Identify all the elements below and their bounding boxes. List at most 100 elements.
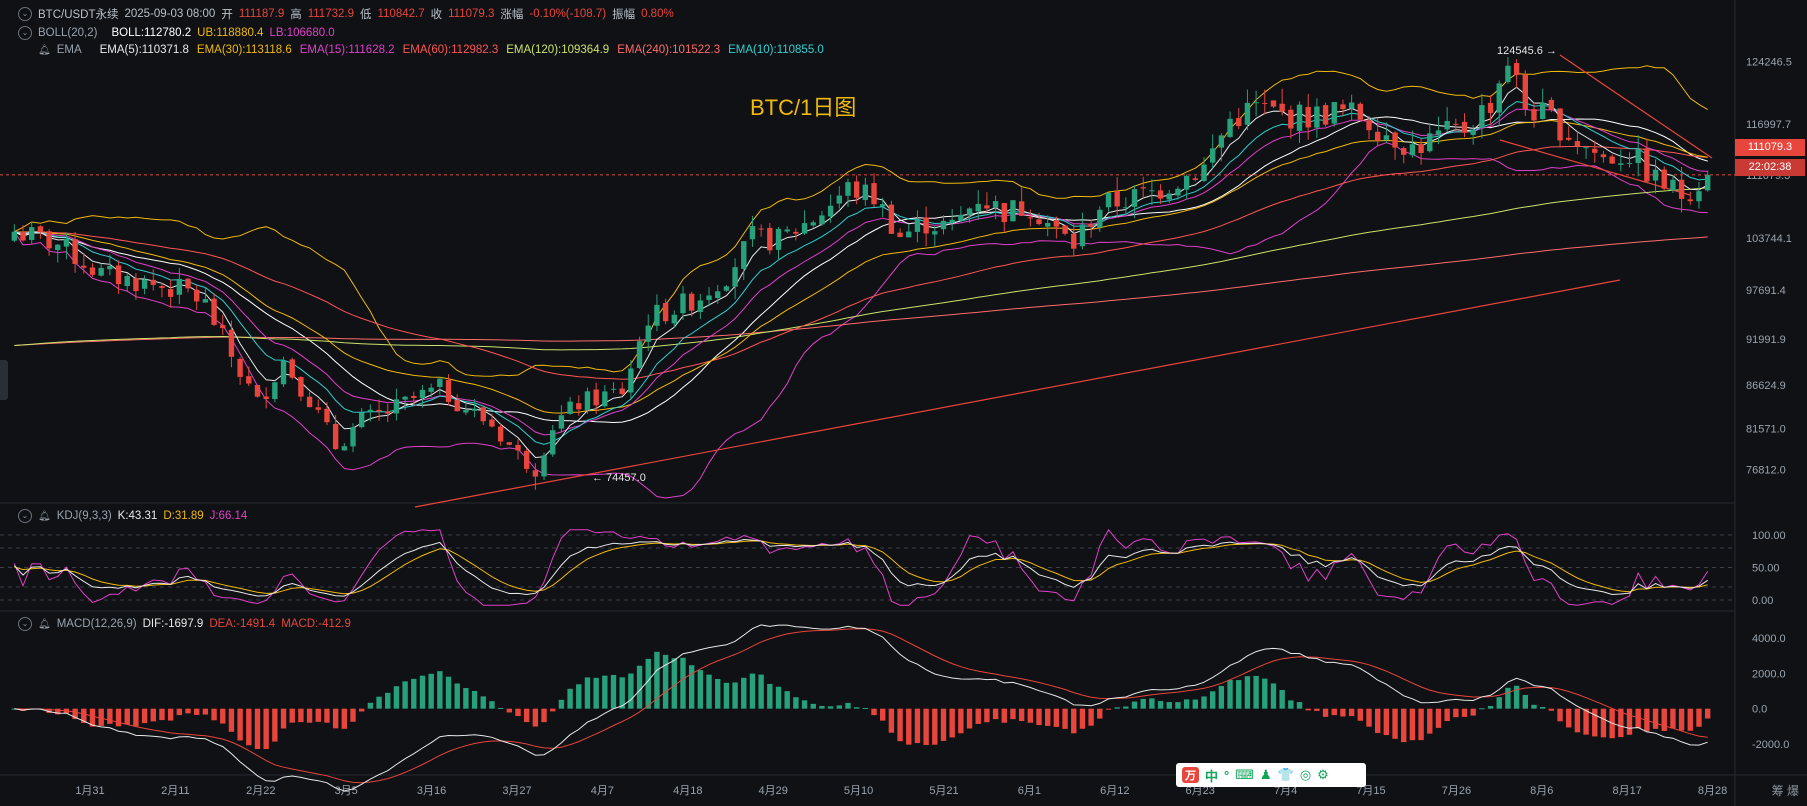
macd-bar bbox=[1678, 708, 1685, 731]
ema-item: EMA(15):111628.2 bbox=[299, 44, 395, 56]
macd-value: MACD:-412.9 bbox=[281, 618, 351, 630]
candle-body bbox=[515, 444, 521, 451]
time-tick-label: 4月29 bbox=[759, 785, 788, 797]
candle-body bbox=[558, 415, 565, 429]
price-tick-label: 91991.9 bbox=[1746, 334, 1786, 346]
candle-body bbox=[1548, 99, 1555, 111]
macd-bar bbox=[1253, 675, 1259, 709]
candle-body bbox=[1418, 144, 1424, 153]
candle-body bbox=[1661, 169, 1667, 189]
macd-bar bbox=[263, 708, 269, 750]
candle-body bbox=[523, 450, 530, 469]
candle-body bbox=[1522, 74, 1528, 110]
macd-bar bbox=[254, 708, 261, 750]
candle-body bbox=[1288, 109, 1294, 129]
candle-body bbox=[888, 204, 895, 234]
macd-bar bbox=[1331, 708, 1337, 716]
macd-header: ⌄ 🔔︎ MACD(12,26,9) DIF:-1697.9 DEA:-1491… bbox=[0, 617, 351, 631]
candle-body bbox=[1227, 118, 1233, 137]
macd-bar bbox=[888, 708, 895, 733]
macd-bar bbox=[1114, 707, 1120, 709]
settings-icon[interactable]: ⚙ bbox=[1317, 767, 1329, 783]
countdown-label: 22:02:38 bbox=[1735, 159, 1805, 176]
ema-items: EMA(5):110371.8 EMA(30):113118.6 EMA(15):1… bbox=[100, 44, 832, 56]
bell-icon[interactable]: 🔔︎ bbox=[38, 511, 51, 522]
candle-body bbox=[853, 181, 860, 198]
user-icon[interactable]: ♟ bbox=[1260, 767, 1272, 783]
macd-bar bbox=[176, 708, 183, 716]
candle-body bbox=[298, 377, 304, 397]
macd-dif-line bbox=[14, 624, 1708, 792]
macd-bar bbox=[280, 708, 287, 729]
macd-bar bbox=[1322, 708, 1329, 717]
macd-bar bbox=[1548, 708, 1555, 711]
macd-bar bbox=[749, 673, 756, 709]
candle-body bbox=[871, 183, 877, 205]
collapse-icon[interactable]: ⌄ bbox=[18, 509, 32, 523]
datetime: 2025-09-03 08:00 bbox=[124, 8, 216, 20]
candle-body bbox=[1704, 174, 1711, 191]
candle-body bbox=[150, 279, 156, 285]
side-panel-handle[interactable] bbox=[0, 360, 8, 400]
candle-body bbox=[1201, 164, 1207, 181]
candle-body bbox=[81, 265, 87, 268]
macd-bar bbox=[1652, 708, 1659, 729]
ai-icon[interactable]: ◎ bbox=[1300, 767, 1311, 783]
candle-body bbox=[1479, 105, 1485, 128]
candle-body bbox=[827, 205, 834, 217]
macd-bar bbox=[715, 678, 721, 709]
macd-bar bbox=[680, 657, 686, 709]
macd-bar bbox=[836, 705, 842, 709]
price-tick-label: 97691.4 bbox=[1746, 285, 1786, 297]
candle-body bbox=[1539, 102, 1546, 120]
keyboard-icon[interactable]: ⌨ bbox=[1235, 767, 1254, 783]
bell-icon[interactable]: 🔔︎ bbox=[38, 619, 51, 630]
price-tick-label: 116997.7 bbox=[1746, 119, 1791, 131]
candle-body bbox=[845, 182, 851, 196]
candle-body bbox=[793, 231, 799, 234]
candle-body bbox=[914, 219, 921, 232]
macd-bar bbox=[1192, 699, 1199, 709]
macd-bar bbox=[1479, 708, 1485, 710]
boll-ub: UB:118880.4 bbox=[197, 27, 264, 39]
brand-icon[interactable]: 万 bbox=[1182, 767, 1199, 783]
macd-bar bbox=[167, 708, 174, 721]
ema-item: EMA(5):110371.8 bbox=[99, 44, 189, 56]
collapse-icon[interactable]: ⌄ bbox=[18, 7, 32, 21]
candle-body bbox=[1583, 147, 1589, 149]
bell-icon[interactable]: 🔔︎ bbox=[38, 45, 51, 56]
macd-bar bbox=[115, 708, 122, 727]
macd-bar bbox=[1001, 708, 1007, 723]
bottom-right-tools[interactable]: 筹 爆 bbox=[1772, 782, 1799, 799]
punctuation-icon[interactable]: ° bbox=[1224, 768, 1229, 783]
candle-body bbox=[1157, 190, 1164, 199]
candle-body bbox=[98, 267, 104, 276]
candle-body bbox=[124, 275, 130, 287]
candle-body bbox=[1348, 102, 1355, 109]
chart-title: BTC/1日图 bbox=[750, 95, 857, 120]
macd-bar bbox=[871, 708, 877, 716]
candle-body bbox=[358, 412, 365, 428]
collapse-icon[interactable]: ⌄ bbox=[18, 617, 32, 631]
skin-icon[interactable]: 👕 bbox=[1278, 767, 1294, 783]
ime-toolbar[interactable]: 万 中 ° ⌨ ♟ 👕 ◎ ⚙ bbox=[1176, 763, 1366, 787]
macd-bar bbox=[1149, 698, 1155, 709]
macd-bar bbox=[1522, 694, 1528, 709]
macd-bar bbox=[966, 708, 973, 729]
macd-bar bbox=[1079, 708, 1086, 729]
macd-bar bbox=[1435, 708, 1442, 728]
boll-header: ⌄ BOLL(20,2) BOLL:112780.2 UB:118880.4 L… bbox=[0, 26, 335, 40]
macd-bar bbox=[1097, 708, 1103, 719]
macd-bar bbox=[1496, 697, 1502, 709]
candle-body bbox=[1305, 106, 1311, 128]
candle-body bbox=[636, 341, 643, 368]
chinese-mode-icon[interactable]: 中 bbox=[1205, 766, 1218, 785]
candle-body bbox=[1027, 217, 1034, 219]
collapse-icon[interactable]: ⌄ bbox=[18, 26, 32, 40]
candle-body bbox=[1644, 148, 1650, 182]
time-tick-label: 8月6 bbox=[1530, 785, 1553, 797]
chart-canvas[interactable]: 124246.5 116997.7 111079.3 103744.1 97691.4 9… bbox=[0, 0, 1807, 806]
candle-body bbox=[593, 389, 599, 406]
candle-body bbox=[428, 387, 434, 392]
time-tick-label: 8月28 bbox=[1698, 785, 1727, 797]
